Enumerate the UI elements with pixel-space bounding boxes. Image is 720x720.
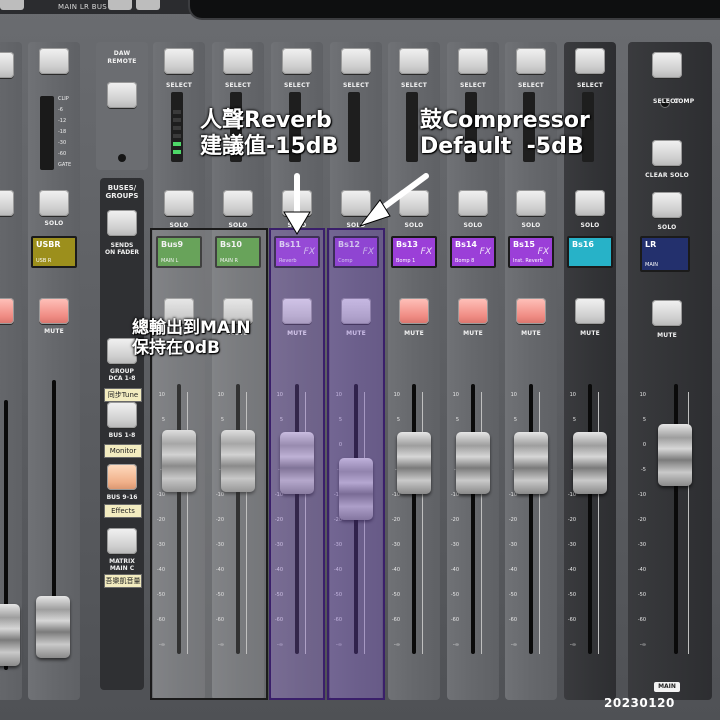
compressor-arrow <box>358 173 429 227</box>
annotation-arrows <box>283 173 429 235</box>
photo-date: 20230120 <box>604 696 675 710</box>
main-badge: MAIN <box>654 682 680 692</box>
mixer-photo: MAIN LR BUS CLIP -6 -12 -18 -30 -60 GATE SOLO … <box>0 0 720 720</box>
reverb-arrow <box>283 173 311 235</box>
